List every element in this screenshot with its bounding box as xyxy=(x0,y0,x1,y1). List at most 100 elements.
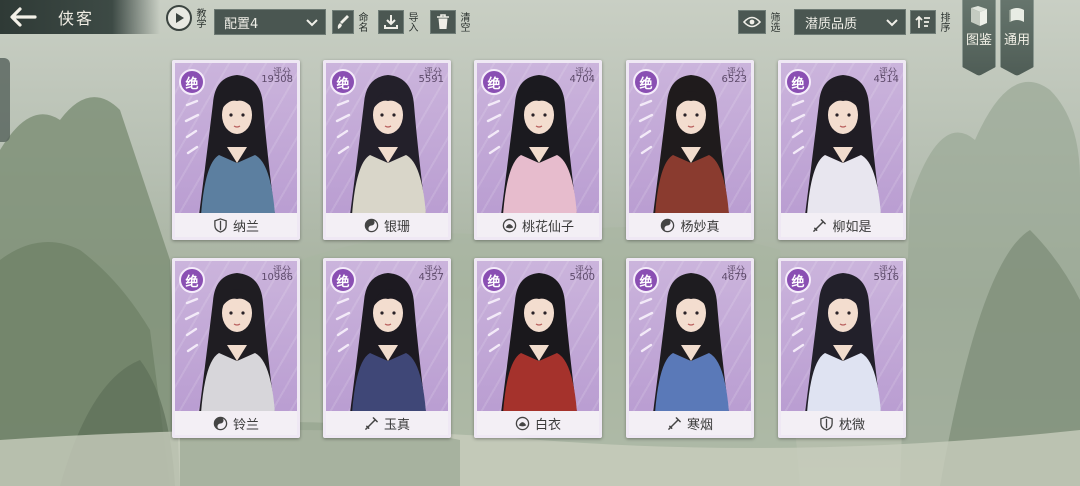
filter-button[interactable]: 筛选 xyxy=(738,8,779,36)
score-value: 10986 xyxy=(261,272,293,283)
brush-stroke-decoration xyxy=(790,99,806,155)
header-bar: 侠客 xyxy=(0,0,160,34)
name-bar: 杨妙真 xyxy=(629,213,751,237)
score-value: 5916 xyxy=(873,272,899,283)
hero-card[interactable]: 绝 评分 4514 柳如是 xyxy=(778,60,906,240)
sort-label: 排序 xyxy=(938,12,949,32)
grade-badge: 绝 xyxy=(785,267,811,293)
brush-stroke-decoration xyxy=(486,99,502,155)
hero-card[interactable]: 绝 评分 5400 白衣 xyxy=(474,258,602,438)
tutorial-button[interactable]: 教学 xyxy=(166,2,210,34)
brush-stroke-decoration xyxy=(184,99,200,155)
brush-stroke-decoration xyxy=(790,297,806,353)
score-value: 4704 xyxy=(569,74,595,85)
chevron-down-icon xyxy=(886,19,898,27)
clear-label: 清空 xyxy=(458,12,469,32)
quality-dropdown[interactable]: 潜质品质 xyxy=(794,9,906,35)
grade-badge: 绝 xyxy=(179,69,205,95)
play-icon xyxy=(166,5,192,31)
shield-icon xyxy=(214,217,227,233)
hero-name: 铃兰 xyxy=(232,417,259,433)
scroll-icon xyxy=(1009,8,1024,22)
side-tab-label: 通用 xyxy=(1003,33,1030,48)
brush-stroke-decoration xyxy=(184,297,200,353)
yin-yang-icon xyxy=(213,416,228,430)
hero-card[interactable]: 绝 评分 4679 寒烟 xyxy=(626,258,754,438)
hero-card[interactable]: 绝 评分 6523 杨妙真 xyxy=(626,60,754,240)
hero-name: 杨妙真 xyxy=(680,219,720,235)
name-bar: 枕微 xyxy=(781,411,903,435)
page-title: 侠客 xyxy=(58,9,95,28)
side-tab-general[interactable]: 通用 xyxy=(1000,0,1034,76)
hero-name: 玉真 xyxy=(383,417,410,433)
side-tab-label: 图鉴 xyxy=(965,33,992,48)
back-button[interactable] xyxy=(0,0,44,34)
left-drawer-handle[interactable] xyxy=(0,58,10,142)
shield-icon xyxy=(820,415,833,431)
score-value: 4679 xyxy=(721,272,747,283)
grade-badge: 绝 xyxy=(633,267,659,293)
score-value: 4514 xyxy=(873,74,899,85)
brush-stroke-decoration xyxy=(638,297,654,353)
eye-icon xyxy=(738,10,766,34)
grade-badge: 绝 xyxy=(481,69,507,95)
rename-label: 命名 xyxy=(356,12,367,32)
brush-stroke-decoration xyxy=(486,297,502,353)
brush-icon xyxy=(332,10,354,34)
hero-card[interactable]: 绝 评分 5591 银珊 xyxy=(323,60,451,240)
hero-name: 桃花仙子 xyxy=(521,219,574,235)
score-value: 4357 xyxy=(418,272,444,283)
grade-badge: 绝 xyxy=(481,267,507,293)
name-bar: 寒烟 xyxy=(629,411,751,435)
hero-card[interactable]: 绝 评分 5916 枕微 xyxy=(778,258,906,438)
yin-yang-icon xyxy=(661,218,675,232)
score-value: 5591 xyxy=(418,74,444,85)
sort-icon xyxy=(910,10,936,34)
hero-name: 纳兰 xyxy=(232,219,259,235)
config-dropdown[interactable]: 配置4 xyxy=(214,9,326,35)
hero-name: 银珊 xyxy=(383,219,410,235)
rename-button[interactable]: 命名 xyxy=(332,8,367,36)
grade-badge: 绝 xyxy=(330,267,356,293)
chevron-down-icon xyxy=(306,19,318,27)
hero-card[interactable]: 绝 评分 4357 玉真 xyxy=(323,258,451,438)
lotus-icon xyxy=(515,416,530,430)
grade-badge: 绝 xyxy=(330,69,356,95)
book-icon xyxy=(971,6,987,26)
grade-badge: 绝 xyxy=(633,69,659,95)
import-button[interactable]: 导入 xyxy=(378,8,417,36)
hero-name: 白衣 xyxy=(534,417,561,433)
side-tab-collection[interactable]: 图鉴 xyxy=(962,0,996,76)
sword-icon xyxy=(365,416,378,430)
hero-name: 柳如是 xyxy=(832,219,872,235)
hero-card[interactable]: 绝 评分 4704 桃花仙子 xyxy=(474,60,602,240)
sort-button[interactable]: 排序 xyxy=(910,8,949,36)
name-bar: 银珊 xyxy=(326,213,448,237)
import-label: 导入 xyxy=(406,12,417,32)
hero-name: 枕微 xyxy=(838,417,865,433)
config-value: 配置4 xyxy=(224,16,259,32)
hero-card[interactable]: 绝 评分 10986 铃兰 xyxy=(172,258,300,438)
hero-card[interactable]: 绝 评分 19308 纳兰 xyxy=(172,60,300,240)
score-value: 6523 xyxy=(721,74,747,85)
brush-stroke-decoration xyxy=(638,99,654,155)
grade-badge: 绝 xyxy=(785,69,811,95)
brush-stroke-decoration xyxy=(335,99,351,155)
hero-name: 寒烟 xyxy=(686,417,713,433)
name-bar: 柳如是 xyxy=(781,213,903,237)
sword-icon xyxy=(668,416,681,430)
sword-icon xyxy=(813,218,827,232)
score-value: 19308 xyxy=(261,74,293,85)
tutorial-label: 教学 xyxy=(194,8,205,28)
name-bar: 玉真 xyxy=(326,411,448,435)
quality-value: 潜质品质 xyxy=(805,16,858,32)
name-bar: 纳兰 xyxy=(175,213,297,237)
name-bar: 白衣 xyxy=(477,411,599,435)
back-arrow-icon xyxy=(10,7,37,27)
grade-badge: 绝 xyxy=(179,267,205,293)
yin-yang-icon xyxy=(364,218,379,232)
clear-button[interactable]: 清空 xyxy=(430,8,469,36)
download-icon xyxy=(378,10,404,34)
name-bar: 桃花仙子 xyxy=(477,213,599,237)
brush-stroke-decoration xyxy=(335,297,351,353)
